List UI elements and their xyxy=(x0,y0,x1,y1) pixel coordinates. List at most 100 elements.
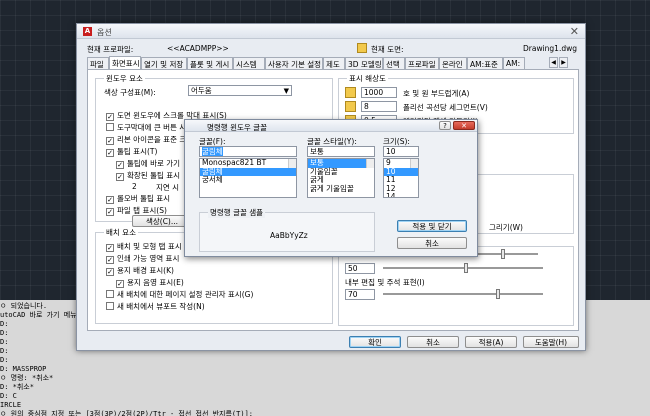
checkbox-large-buttons[interactable]: 도구막대에 큰 버튼 사용 xyxy=(106,122,186,133)
size-list-scrollbar[interactable] xyxy=(410,159,418,168)
close-icon[interactable]: ✕ xyxy=(570,25,579,38)
checkbox-box: ✓ xyxy=(116,161,124,169)
checkbox-box: ✓ xyxy=(106,137,114,145)
polyline-segments-input[interactable]: 8 xyxy=(361,101,397,112)
font-input-value: 굴림체 xyxy=(202,147,223,156)
apply-button[interactable]: 적용(A) xyxy=(465,336,517,348)
tab-display[interactable]: 화면표시 xyxy=(109,56,141,69)
font-input[interactable]: 굴림체 xyxy=(199,146,297,157)
color-scheme-label: 색상 구성표(M): xyxy=(104,88,156,97)
checkbox-box xyxy=(106,290,114,298)
tab-profiles[interactable]: 프로파일 xyxy=(405,57,439,69)
checkbox-tooltip-shortcuts[interactable]: ✓ 툴팁에 바로 가기 xyxy=(116,158,186,169)
checkbox-box: ✓ xyxy=(106,244,114,252)
ok-button[interactable]: 확인 xyxy=(349,336,401,348)
colors-button[interactable]: 색상(C)... xyxy=(132,215,192,227)
style-list-scrollbar[interactable] xyxy=(366,159,374,168)
options-tabs: 파일 화면표시 열기 및 저장 플롯 및 게시 시스템 사용자 기본 설정 제도… xyxy=(87,56,581,69)
tab-am-standard[interactable]: AM:표준 xyxy=(467,57,503,69)
font-sample-legend: 명령행 글꼴 샘플 xyxy=(208,207,266,218)
checkbox-page-setup-manager[interactable]: 새 배치에 대한 페이지 설정 관리자 표시(G) xyxy=(106,289,326,300)
checkbox-paper-background[interactable]: ✓ 용지 배경 표시(K) xyxy=(106,265,286,276)
checkbox-box: ✓ xyxy=(116,173,124,181)
tab-user-preferences[interactable]: 사용자 기본 설정 xyxy=(265,57,323,69)
style-input[interactable]: 보통 xyxy=(307,146,375,157)
command-line-entry: D: MASSPROP xyxy=(0,365,47,373)
style-list[interactable]: 보통 기울임꼴 굵게 굵게 기울임꼴 xyxy=(307,158,375,198)
drawing-icon xyxy=(357,43,367,53)
color-scheme-value: 어두움 xyxy=(191,86,212,95)
font-dialog-titlebar[interactable]: 명령행 윈도우 글꼴 ? ✕ xyxy=(185,120,477,132)
options-titlebar[interactable]: A 옵션 ✕ xyxy=(77,24,585,39)
tab-drafting[interactable]: 제도 xyxy=(323,57,345,69)
profile-value: <<ACADMPP>> xyxy=(167,44,229,53)
tab-online[interactable]: 온라인 xyxy=(439,57,467,69)
profile-label: 현재 프로파일: xyxy=(87,45,134,54)
checkbox-extended-tooltips[interactable]: ✓ 확장된 툴팁 표시 xyxy=(116,170,186,181)
size-input[interactable]: 10 xyxy=(383,146,419,157)
layout-elements-legend: 배치 요소 xyxy=(104,227,138,238)
tab-files[interactable]: 파일 xyxy=(87,57,109,69)
profile-row: 현재 프로파일: <<ACADMPP>> 현재 도면: Drawing1.dwg xyxy=(87,43,577,55)
display-resolution-legend: 표시 해상도 xyxy=(347,73,388,84)
help-icon[interactable]: ? xyxy=(439,121,451,130)
slider-thumb[interactable] xyxy=(496,289,500,299)
font-sample-group: 명령행 글꼴 샘플 AaBbYyZz xyxy=(199,207,375,252)
slider-thumb[interactable] xyxy=(464,263,468,273)
window-elements-legend: 윈도우 요소 xyxy=(104,73,145,84)
command-line-entry: D: xyxy=(0,356,9,364)
tab-scroll-left-icon[interactable]: ◀ xyxy=(549,57,558,68)
tab-3d-modeling[interactable]: 3D 모델링 xyxy=(345,57,383,69)
chevron-down-icon: ▼ xyxy=(283,87,289,95)
checkbox-create-viewport[interactable]: 새 배치에서 뷰포트 작성(N) xyxy=(106,301,326,312)
close-icon[interactable]: ✕ xyxy=(453,121,475,130)
checkbox-rollover-tooltips[interactable]: ✓ 롤오버 툴팁 표시 xyxy=(106,193,186,204)
font-dialog-title: 명령행 윈도우 글꼴 xyxy=(207,123,267,132)
autocad-app-icon: A xyxy=(83,27,92,36)
drawing-label: 현재 도면: xyxy=(371,45,404,54)
tab-scroll-right-icon[interactable]: ▶ xyxy=(559,57,568,68)
list-item[interactable]: 궁서체 xyxy=(200,175,296,185)
checkbox-box: ✓ xyxy=(106,113,114,121)
inplace-edit-slider[interactable] xyxy=(383,289,543,299)
tab-open-save[interactable]: 열기 및 저장 xyxy=(141,57,187,69)
checkbox-printable-area[interactable]: ✓ 인쇄 가능 영역 표시 xyxy=(106,253,186,264)
inplace-edit-input[interactable]: 70 xyxy=(345,289,375,300)
tab-system[interactable]: 시스템 xyxy=(233,57,265,69)
xref-fade-slider[interactable] xyxy=(383,263,543,273)
size-list[interactable]: 9 10 11 12 14 xyxy=(383,158,419,198)
arc-smoothness-input[interactable]: 1000 xyxy=(361,87,397,98)
checkbox-ribbon-icons[interactable]: ✓리본 아이콘을 표준 크기로 xyxy=(106,134,186,145)
inplace-edit-label: 내부 편집 및 주석 표현(I) xyxy=(345,278,425,287)
delay-label: 지연 시 xyxy=(156,183,180,192)
command-line-font-dialog: 명령행 윈도우 글꼴 ? ✕ 글꼴(F): 굴림체 Monospac821 BT… xyxy=(184,119,478,257)
color-scheme-select[interactable]: 어두움 ▼ xyxy=(188,85,292,96)
tab-am-more[interactable]: AM: xyxy=(503,57,525,69)
help-button[interactable]: 도움말(H) xyxy=(523,336,579,348)
checkbox-box: ✓ xyxy=(106,149,114,157)
xref-fade-input[interactable]: 50 xyxy=(345,263,375,274)
checkbox-show-tooltips[interactable]: ✓ 툴팁 표시(T) xyxy=(106,146,186,157)
font-cancel-button[interactable]: 취소 xyxy=(397,237,467,249)
checkbox-paper-shadow[interactable]: ✓ 용지 음영 표시(E) xyxy=(116,277,296,288)
command-line-entry: IRCLE xyxy=(0,401,22,409)
checkbox-box xyxy=(106,123,114,131)
checkbox-box: ✓ xyxy=(106,196,114,204)
cancel-button[interactable]: 취소 xyxy=(407,336,459,348)
tab-selection[interactable]: 선택 xyxy=(383,57,405,69)
tab-plot-publish[interactable]: 플롯 및 게시 xyxy=(187,57,233,69)
font-list-scrollbar[interactable] xyxy=(288,159,296,168)
checkbox-box: ✓ xyxy=(106,268,114,276)
options-title: 옵션 xyxy=(97,28,112,37)
checkbox-box: ✓ xyxy=(106,256,114,264)
drawing-value: Drawing1.dwg xyxy=(523,44,577,53)
apply-and-close-button[interactable]: 적용 및 닫기 xyxy=(397,220,467,232)
font-list[interactable]: Monospac821 BT 굴림체 궁서체 xyxy=(199,158,297,198)
delay-value[interactable]: 2 xyxy=(132,182,137,191)
draw-text-label: 그리기(W) xyxy=(489,223,523,232)
checkbox-layout-model-tabs[interactable]: ✓ 배치 및 모형 탭 표시 xyxy=(106,241,186,252)
command-line-entry: D: *취소* xyxy=(0,383,34,391)
list-item[interactable]: 굵게 기울임꼴 xyxy=(308,184,374,194)
font-sample-text: AaBbYyZz xyxy=(270,231,308,240)
list-item[interactable]: 14 xyxy=(384,192,418,197)
